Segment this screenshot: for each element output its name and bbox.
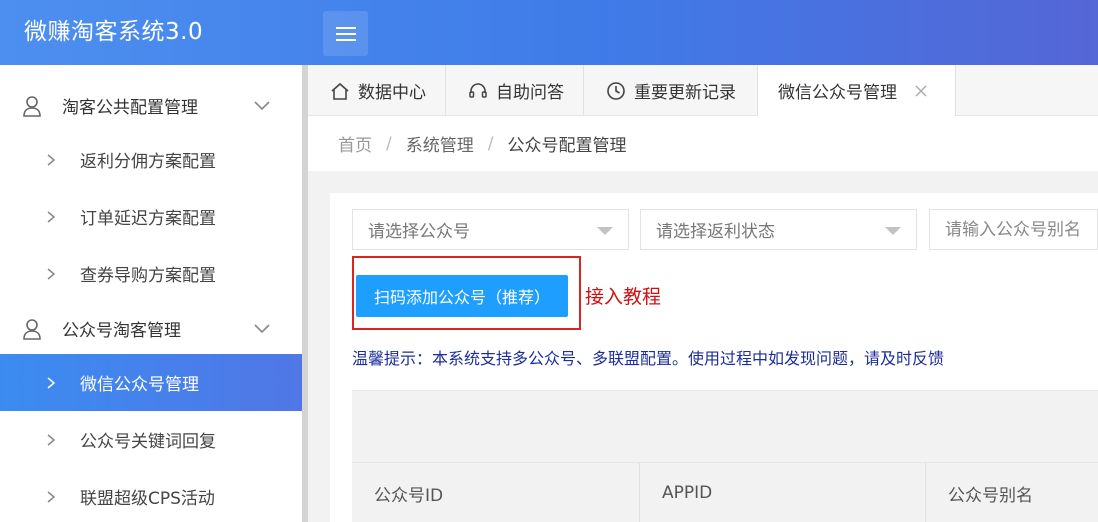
main-card: 请选择公众号 请选择返利状态 扫码添加公众号（推荐） 接入教程 温馨提示：本系统…	[330, 193, 1098, 522]
hamburger-icon	[335, 26, 356, 41]
breadcrumb-current: 公众号配置管理	[507, 136, 627, 156]
chevron-right-icon	[47, 267, 56, 280]
chevron-right-icon	[47, 433, 56, 446]
sidebar-item-label: 联盟超级CPS活动	[80, 489, 215, 509]
sidebar-group-label: 淘客公共配置管理	[62, 98, 198, 118]
breadcrumb-section[interactable]: 系统管理	[406, 131, 474, 156]
tutorial-link[interactable]: 接入教程	[585, 282, 661, 309]
sidebar-item-keyword-reply[interactable]: 公众号关键词回复	[0, 411, 302, 468]
chevron-right-icon	[47, 376, 56, 389]
breadcrumb-separator: /	[386, 133, 392, 154]
table-toolbar	[352, 390, 1098, 462]
sidebar-item-label: 返利分佣方案配置	[80, 152, 216, 172]
menu-toggle-button[interactable]	[323, 11, 368, 56]
breadcrumb-separator: /	[487, 133, 494, 154]
user-icon	[23, 318, 41, 340]
tab-update-log[interactable]: 重要更新记录	[584, 65, 758, 116]
tab-label: 自助问答	[496, 83, 564, 103]
chevron-right-icon	[47, 153, 56, 166]
chevron-down-icon	[254, 100, 270, 110]
close-icon[interactable]	[915, 85, 927, 97]
app-title: 微赚淘客系统3.0	[24, 19, 204, 45]
clock-icon	[607, 81, 625, 100]
sidebar-group-official-account[interactable]: 公众号淘客管理	[0, 300, 302, 357]
alias-input[interactable]	[929, 209, 1098, 250]
table-header: 公众号ID APPID 公众号别名	[352, 462, 1098, 522]
tab-label: 微信公众号管理	[778, 83, 897, 103]
sidebar-item-rebate-plan[interactable]: 返利分佣方案配置	[0, 131, 302, 188]
tab-label: 数据中心	[358, 83, 426, 103]
sidebar-item-wechat-accounts[interactable]: 微信公众号管理	[0, 354, 302, 411]
chevron-down-icon	[254, 323, 270, 333]
tip-text: 温馨提示：本系统支持多公众号、多联盟配置。使用过程中如发现问题，请及时反馈	[352, 349, 945, 368]
sidebar-item-label: 公众号关键词回复	[80, 432, 216, 452]
caret-down-icon	[885, 227, 901, 235]
account-select[interactable]: 请选择公众号	[352, 209, 629, 250]
tab-label: 重要更新记录	[634, 83, 736, 103]
tab-self-help[interactable]: 自助问答	[446, 65, 584, 116]
sidebar-item-coupon-guide[interactable]: 查券导购方案配置	[0, 245, 302, 302]
sidebar: 淘客公共配置管理 返利分佣方案配置 订单延迟方案配置 查券导购方案配置 公众号淘…	[0, 65, 302, 522]
home-icon	[331, 82, 349, 100]
scan-add-account-button[interactable]: 扫码添加公众号（推荐）	[356, 275, 568, 317]
sidebar-group-taoke-public[interactable]: 淘客公共配置管理	[0, 77, 302, 134]
column-header-appid[interactable]: APPID	[639, 463, 925, 522]
sidebar-item-label: 查券导购方案配置	[80, 266, 216, 286]
tab-wechat-accounts[interactable]: 微信公众号管理	[758, 65, 956, 116]
column-header-alias[interactable]: 公众号别名	[925, 463, 1098, 522]
top-header: 微赚淘客系统3.0	[0, 0, 1098, 65]
sidebar-item-label: 订单延迟方案配置	[80, 209, 216, 229]
rebate-status-select[interactable]: 请选择返利状态	[640, 209, 917, 250]
sidebar-item-order-delay[interactable]: 订单延迟方案配置	[0, 188, 302, 245]
sidebar-group-label: 公众号淘客管理	[62, 321, 181, 341]
account-select-value: 请选择公众号	[368, 222, 470, 242]
column-header-account-id[interactable]: 公众号ID	[352, 463, 639, 522]
user-icon	[23, 95, 41, 117]
rebate-status-select-value: 请选择返利状态	[656, 222, 775, 242]
chevron-right-icon	[47, 210, 56, 223]
caret-down-icon	[597, 227, 613, 235]
headset-icon	[469, 82, 487, 98]
sidebar-item-cps-activity[interactable]: 联盟超级CPS活动	[0, 468, 302, 522]
chevron-right-icon	[47, 490, 56, 503]
tab-data-center[interactable]: 数据中心	[308, 65, 446, 116]
tab-bar: 数据中心 自助问答 重要更新记录 微信公众号管理	[308, 65, 1098, 116]
sidebar-item-label: 微信公众号管理	[80, 375, 199, 395]
breadcrumb-home[interactable]: 首页	[338, 131, 372, 156]
breadcrumb: 首页 / 系统管理 / 公众号配置管理	[308, 116, 1098, 171]
